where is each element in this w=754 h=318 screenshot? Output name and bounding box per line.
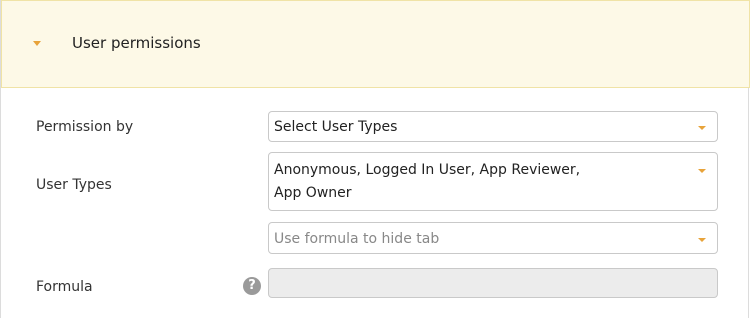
permission-by-select[interactable]: Select User Types [268,111,718,142]
hide-tab-select[interactable]: Use formula to hide tab [268,222,718,254]
user-permissions-panel: User permissions Permission by Select Us… [0,0,750,318]
user-types-value-line1: Anonymous, Logged In User, App Reviewer, [274,162,581,178]
formula-label: Formula [36,279,93,295]
caret-down-icon[interactable] [33,41,41,46]
hide-tab-placeholder: Use formula to hide tab [274,231,440,247]
user-types-label: User Types [36,177,112,193]
question-mark-icon[interactable]: ? [243,277,261,295]
permission-by-label: Permission by [36,119,134,135]
section-title: User permissions [72,34,201,52]
formula-field[interactable] [268,268,718,298]
section-header[interactable]: User permissions [1,0,750,88]
chevron-down-icon [698,169,706,173]
permission-by-value: Select User Types [274,119,398,135]
user-types-select[interactable]: Anonymous, Logged In User, App Reviewer,… [268,152,718,211]
chevron-down-icon [698,238,706,242]
chevron-down-icon [698,126,706,130]
user-types-value-line2: App Owner [274,185,352,201]
